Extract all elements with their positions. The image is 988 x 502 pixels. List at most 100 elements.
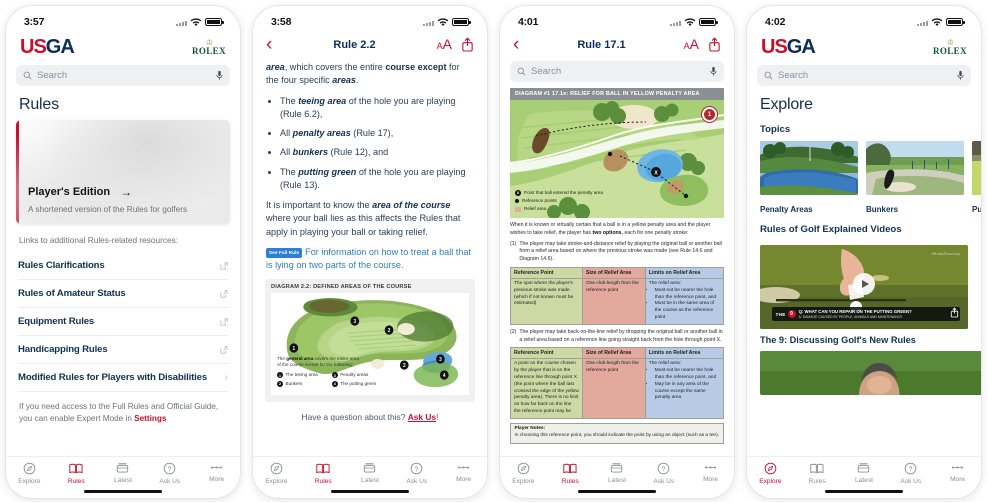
search-input[interactable]: Search [37,70,67,81]
search-bar[interactable]: Search [510,61,724,82]
tab-more[interactable]: More [193,462,240,483]
bunker-photo [866,141,964,195]
ask-us-link[interactable]: Ask Us [408,412,436,422]
diagram-title: DIAGRAM #1 17.1e: RELIEF FOR BALL IN YEL… [510,88,724,100]
next-video-thumbnail[interactable] [760,351,981,395]
search-bar[interactable]: Search [757,65,971,86]
tab-rules[interactable]: Rules [53,462,100,485]
link-row-handicapping-rules[interactable]: Handicapping Rules [18,336,228,364]
topic-card-penalty-areas[interactable]: Penalty Areas [760,141,858,214]
card-title-row: Player's Edition → [28,185,218,199]
table-column-reference-point: Reference Point The spot where the playe… [511,267,584,324]
tab-ask-us[interactable]: ? Ask Us [393,462,440,485]
question-circle-icon: ? [163,462,176,475]
legend-item: Reference points [515,198,603,204]
tab-latest[interactable]: Latest [594,462,641,484]
link-row-modified-rules-disabilities[interactable]: Modified Rules for Players with Disabili… [18,364,228,392]
tab-explore[interactable]: Explore [253,462,300,485]
microphone-icon[interactable] [957,70,964,81]
share-icon[interactable] [950,307,959,318]
text-size-button[interactable]: AA [684,36,699,54]
tab-latest[interactable]: Latest [347,462,394,484]
column-header: Reference Point [511,348,583,360]
the-9-label: THE [775,311,786,317]
text-size-button[interactable]: AA [437,36,452,54]
tab-rules[interactable]: Rules [794,462,841,485]
topics-carousel[interactable]: Penalty Areas Bunkers Pu [747,141,981,214]
tab-explore[interactable]: Explore [500,462,547,485]
tab-explore[interactable]: Explore [6,462,53,485]
table-column-reference-point: Reference Point A point on the course ch… [511,348,584,418]
topic-label: Bunkers [866,205,899,214]
option-text: The player may take stroke-and-distance … [519,240,722,263]
legend-caption: The general area covers the entire area … [277,356,376,369]
table-column-size-of-relief-area: Size of Relief Area One club-length from… [583,267,646,324]
svg-text:?: ? [909,466,913,473]
tab-rules[interactable]: Rules [547,462,594,485]
bullet-term: teeing area [298,95,347,106]
bullet-post: (Rule 12), and [328,147,389,158]
link-label: Rules Clarifications [18,260,105,271]
bullet-term: bunkers [292,147,329,158]
tab-label: More [209,476,225,483]
microphone-icon[interactable] [710,66,717,77]
tab-label: Ask Us [159,478,181,485]
tab-more[interactable]: More [687,462,734,483]
tab-explore[interactable]: Explore [747,462,794,485]
search-input[interactable]: Search [778,70,808,81]
players-edition-card[interactable]: Player's Edition → A shortened version o… [16,120,230,224]
topic-card-putting[interactable]: Putting [972,141,981,214]
links-intro-text: Links to additional Rules-related resour… [19,235,179,245]
player-notes-title: Player Notes: [514,426,546,432]
share-icon[interactable] [708,37,721,52]
tab-ask-us[interactable]: ? Ask Us [146,462,193,485]
tab-rules[interactable]: Rules [300,462,347,485]
tab-label: Explore [18,478,41,485]
search-bar[interactable]: Search [16,65,230,86]
settings-link[interactable]: Settings [134,414,166,423]
tab-more[interactable]: More [934,462,981,483]
video-card[interactable]: #RulesRoundup THE 9 Q: WHAT CAN YOU REPA… [760,245,968,345]
tab-latest[interactable]: Latest [841,462,888,484]
rule-seal-badge: 1 [701,106,718,123]
tab-label: Rules [314,478,332,485]
video-question: Q: WHAT CAN YOU REPAIR ON THE PUTTING GR… [799,309,912,320]
microphone-icon[interactable] [216,70,223,81]
svg-text:2: 2 [403,363,406,369]
tab-label: Ask Us [653,478,675,485]
tab-label: Latest [361,477,379,484]
tab-latest[interactable]: Latest [100,462,147,484]
link-row-equipment-rules[interactable]: Equipment Rules [18,308,228,336]
diagram-17-1e: DIAGRAM #1 17.1e: RELIEF FOR BALL IN YEL… [510,88,724,444]
wifi-icon [931,17,943,26]
paragraph-text: where your ball lies as this affects the… [266,213,461,237]
legend-label: The putting green [340,380,377,386]
limit-item: May be in any area of the course except … [655,382,720,402]
tab-ask-us[interactable]: ? Ask Us [640,462,687,485]
back-button[interactable]: ‹ [513,35,519,54]
list-item: The putting green of the hole you are pl… [280,166,474,193]
video-watermark: #RulesRoundup [931,252,960,256]
link-row-amateur-status[interactable]: Rules of Amateur Status [18,280,228,308]
tab-ask-us[interactable]: ? Ask Us [887,462,934,485]
link-label: Equipment Rules [18,316,95,327]
link-row-rules-clarifications[interactable]: Rules Clarifications [18,252,228,280]
ellipsis-icon [458,466,470,469]
the-9-badge: THE 9 [775,310,796,318]
share-icon[interactable] [461,37,474,52]
legend-item: 4 The putting green [331,380,377,388]
compass-icon [517,462,530,475]
back-button[interactable]: ‹ [266,35,272,54]
external-link-icon [220,261,228,270]
open-book-icon [69,463,83,474]
tab-more[interactable]: More [440,462,487,483]
see-full-rule-note[interactable]: See Full Rule For information on how to t… [266,246,474,273]
open-book-icon [810,463,824,474]
arrow-right-icon: → [120,185,133,199]
phone-screenshot-rule-2-2: 3:58 ‹ Rule 2.2 AA area, which covers th… [247,0,494,502]
tab-label: More [950,476,966,483]
topic-card-bunkers[interactable]: Bunkers [866,141,964,214]
play-icon[interactable] [853,272,875,295]
search-input[interactable]: Search [531,66,561,77]
video-thumbnail[interactable]: #RulesRoundup THE 9 Q: WHAT CAN YOU REPA… [760,245,968,329]
